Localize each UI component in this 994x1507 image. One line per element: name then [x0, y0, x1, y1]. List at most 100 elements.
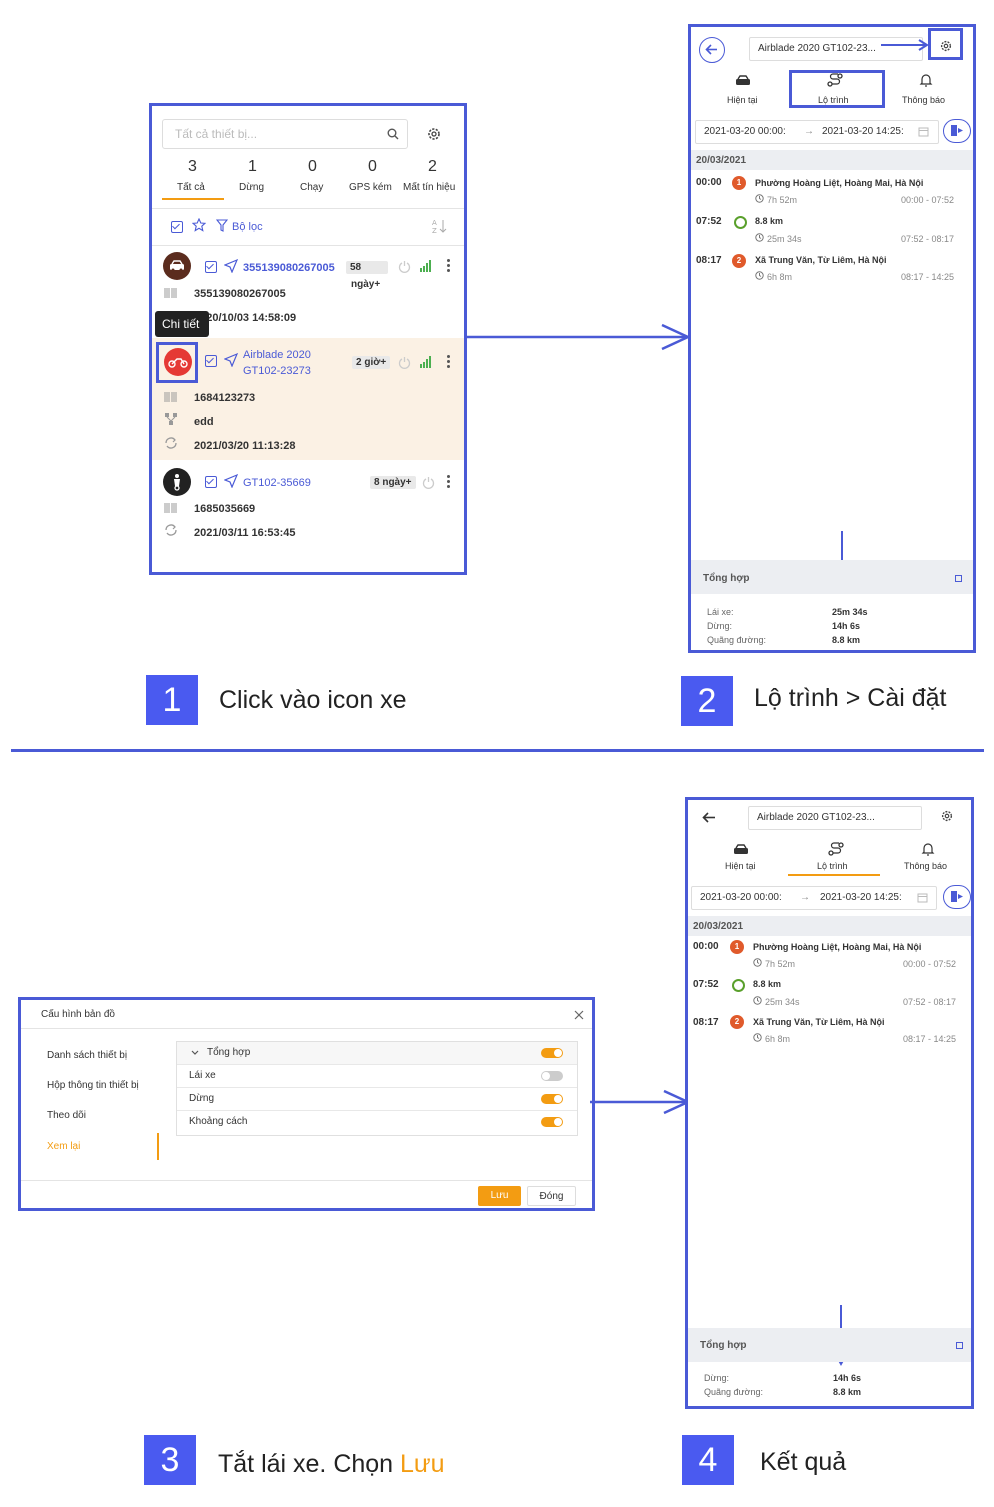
- toggle-stopped[interactable]: [541, 1094, 563, 1104]
- star-icon[interactable]: [192, 218, 206, 232]
- toggle-distance[interactable]: [541, 1117, 563, 1127]
- day-header: 20/03/2021: [688, 916, 971, 936]
- power-icon: [422, 477, 435, 489]
- close-button[interactable]: Đóng: [527, 1186, 576, 1206]
- export-button[interactable]: [943, 119, 971, 143]
- filter-label[interactable]: Bộ lọc: [232, 221, 263, 233]
- status-badge-suffix: ngày+: [351, 279, 381, 290]
- summary-value: 8.8 km: [832, 635, 861, 645]
- filter-icon[interactable]: [216, 219, 228, 232]
- summary-label: Dừng:: [707, 621, 733, 631]
- summary-header[interactable]: Tổng hợp: [688, 1328, 971, 1362]
- svg-text:A: A: [432, 219, 437, 227]
- stop-marker: 2: [730, 1015, 744, 1029]
- summary-value: 8.8 km: [833, 1387, 862, 1397]
- device-checkbox[interactable]: [205, 476, 217, 488]
- device-checkbox[interactable]: [205, 261, 217, 273]
- settings-row: Khoảng cách: [177, 1111, 577, 1134]
- export-icon: [951, 891, 963, 902]
- device-name[interactable]: Airblade 2020: [243, 349, 311, 361]
- more-icon[interactable]: [447, 475, 451, 490]
- collapse-icon[interactable]: [956, 1342, 963, 1349]
- day-header: 20/03/2021: [691, 150, 973, 170]
- device-name[interactable]: GT102-35669: [243, 477, 311, 489]
- back-button[interactable]: [699, 37, 725, 63]
- device-checkbox[interactable]: [205, 355, 217, 367]
- dialog-title: Cấu hình bản đồ: [41, 1009, 115, 1020]
- flow-arrow: [466, 323, 691, 351]
- toggle-driving[interactable]: [541, 1071, 563, 1081]
- settings-row: Tổng hợp: [177, 1042, 577, 1065]
- refresh-icon: [165, 437, 177, 449]
- arrow-left-icon[interactable]: [702, 812, 716, 823]
- device-name-line2[interactable]: GT102-23273: [243, 365, 311, 377]
- more-icon[interactable]: [447, 355, 451, 370]
- move-marker: [734, 216, 747, 229]
- map-config-dialog: Cấu hình bản đồ Danh sách thiết bị Hộp t…: [18, 997, 595, 1211]
- settings-gear-icon[interactable]: [940, 809, 954, 823]
- summary-label: Quãng đường:: [707, 635, 766, 645]
- menu-item-tracking[interactable]: Theo dõi: [47, 1110, 86, 1121]
- search-input[interactable]: Tất cả thiết bị...: [175, 127, 257, 141]
- scooter-icon[interactable]: [163, 468, 191, 496]
- date-range-picker[interactable]: 2021-03-20 00:00: → 2021-03-20 14:25:: [695, 120, 939, 144]
- summary-label: Lái xe:: [707, 607, 734, 617]
- select-all-checkbox[interactable]: [171, 221, 183, 233]
- stop-marker: 1: [732, 176, 746, 190]
- car-icon[interactable]: [163, 252, 191, 280]
- car-icon: [736, 75, 750, 85]
- search-icon[interactable]: [387, 128, 399, 140]
- click-highlight: [156, 342, 198, 383]
- date-range-picker[interactable]: 2021-03-20 00:00: → 2021-03-20 14:25:: [691, 886, 937, 910]
- stop-marker: 2: [732, 254, 746, 268]
- signal-icon: [420, 260, 431, 272]
- calendar-icon: [918, 127, 929, 137]
- locate-icon[interactable]: [224, 353, 238, 367]
- search-box[interactable]: Tất cả thiết bị...: [162, 119, 408, 149]
- summary-value: 14h 6s: [832, 621, 861, 631]
- power-icon: [398, 261, 411, 273]
- clock-icon: [753, 1033, 762, 1042]
- menu-item-replay[interactable]: Xem lại: [47, 1141, 80, 1152]
- gear-icon[interactable]: [426, 126, 442, 142]
- more-icon[interactable]: [447, 259, 451, 274]
- locate-icon[interactable]: [224, 474, 238, 488]
- clock-icon: [755, 194, 764, 203]
- toggle-summary[interactable]: [541, 1048, 563, 1058]
- sort-icon[interactable]: AZ: [432, 218, 448, 234]
- summary-label: Dừng:: [704, 1373, 730, 1383]
- tooltip: Chi tiết: [155, 311, 209, 337]
- device-imei: 1685035669: [194, 503, 256, 515]
- chevron-down-icon[interactable]: [191, 1050, 199, 1056]
- stop-marker: 1: [730, 940, 744, 954]
- device-time: 2021/03/20 11:13:28: [194, 440, 296, 452]
- pointer-arrow: [881, 39, 929, 51]
- tab-active-underline: [788, 874, 880, 876]
- route-panel-after: Airblade 2020 GT102-23... Hiện tại Lộ tr…: [685, 797, 974, 1409]
- car-icon: [734, 844, 748, 854]
- locate-icon[interactable]: [224, 259, 238, 273]
- summary-header[interactable]: Tổng hợp: [691, 560, 973, 594]
- export-icon: [951, 125, 963, 136]
- menu-item-info-box[interactable]: Hộp thông tin thiết bị: [47, 1080, 139, 1091]
- close-icon[interactable]: [574, 1010, 584, 1020]
- refresh-icon: [165, 524, 177, 536]
- save-button[interactable]: Lưu: [478, 1186, 521, 1206]
- arrow-left-icon: [705, 44, 717, 55]
- device-select[interactable]: Airblade 2020 GT102-23...: [748, 806, 922, 830]
- device-group: edd: [194, 416, 214, 428]
- group-icon: [165, 413, 177, 425]
- collapse-icon[interactable]: [955, 575, 962, 582]
- menu-item-device-list[interactable]: Danh sách thiết bị: [47, 1050, 127, 1061]
- bell-icon: [921, 843, 935, 856]
- gear-highlight: [928, 28, 963, 60]
- device-name[interactable]: 355139080267005: [243, 262, 335, 274]
- move-marker: [732, 979, 745, 992]
- menu-active-bar: [157, 1133, 159, 1160]
- barcode-icon: [164, 503, 177, 513]
- route-panel-before: Airblade 2020 GT102-23... Hiện tại Lộ tr…: [688, 24, 976, 653]
- route-icon: [828, 842, 844, 856]
- export-button[interactable]: [943, 885, 971, 909]
- barcode-icon: [164, 392, 177, 402]
- device-time: 2021/03/11 16:53:45: [194, 527, 296, 539]
